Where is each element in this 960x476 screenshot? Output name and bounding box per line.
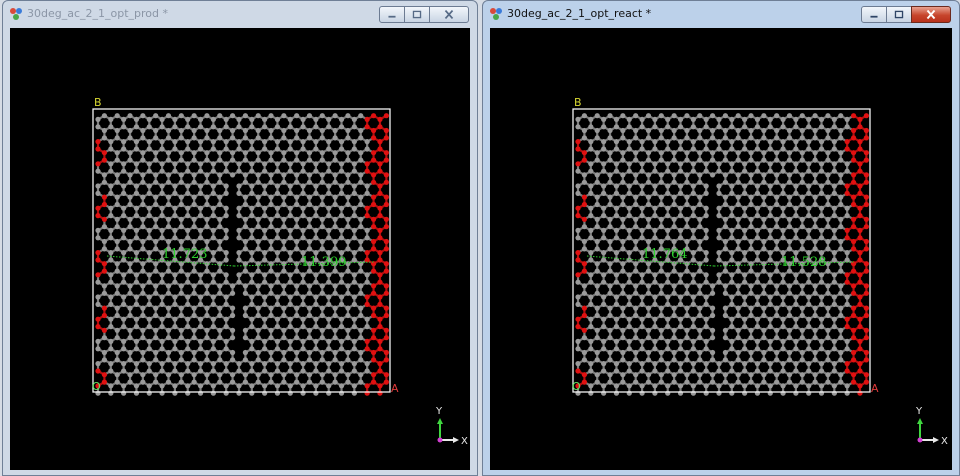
minimize-icon bbox=[388, 15, 396, 18]
cell-label-origin: O bbox=[572, 380, 581, 393]
axis-triad: Y X bbox=[435, 406, 468, 447]
axis-label-x: X bbox=[461, 436, 468, 447]
3d-viewport[interactable]: B O A 11.764 11.528 Y X bbox=[490, 28, 952, 470]
structure-scene[interactable]: B O A 11.723 11.399 Y X bbox=[10, 28, 470, 470]
structure-window-prod[interactable]: 30deg_ac_2_1_opt_prod * B O A 11.723 11.… bbox=[2, 0, 478, 476]
minimize-icon bbox=[870, 15, 878, 18]
cell-label-b: B bbox=[574, 96, 582, 109]
window-title: 30deg_ac_2_1_opt_react * bbox=[507, 7, 652, 20]
axis-label-x: X bbox=[941, 436, 948, 447]
cell-label-b: B bbox=[94, 96, 102, 109]
close-button[interactable] bbox=[429, 6, 469, 23]
close-icon bbox=[444, 9, 454, 20]
close-button[interactable] bbox=[911, 6, 951, 23]
maximize-icon bbox=[894, 10, 904, 19]
maximize-button[interactable] bbox=[886, 6, 912, 23]
maximize-button[interactable] bbox=[404, 6, 430, 23]
cell-label-a: A bbox=[871, 382, 879, 395]
materials-studio-icon bbox=[490, 8, 502, 20]
cell-label-origin: O bbox=[92, 380, 101, 393]
window-titlebar[interactable]: 30deg_ac_2_1_opt_prod * bbox=[3, 1, 477, 27]
minimize-button[interactable] bbox=[861, 6, 887, 23]
structure-window-react[interactable]: 30deg_ac_2_1_opt_react * B O A 11.764 11… bbox=[482, 0, 960, 476]
distance-label-1: 11.723 bbox=[162, 247, 208, 262]
distance-label-2: 11.399 bbox=[301, 255, 347, 270]
maximize-icon bbox=[412, 10, 422, 19]
distance-label-2: 11.528 bbox=[781, 255, 827, 270]
window-title: 30deg_ac_2_1_opt_prod * bbox=[27, 7, 169, 20]
axis-label-y: Y bbox=[915, 406, 923, 417]
axis-label-y: Y bbox=[435, 406, 443, 417]
materials-studio-icon bbox=[10, 8, 22, 20]
window-titlebar[interactable]: 30deg_ac_2_1_opt_react * bbox=[483, 1, 959, 27]
minimize-button[interactable] bbox=[379, 6, 405, 23]
structure-scene[interactable]: B O A 11.764 11.528 Y X bbox=[490, 28, 952, 470]
3d-viewport[interactable]: B O A 11.723 11.399 Y X bbox=[10, 28, 470, 470]
cell-label-a: A bbox=[391, 382, 399, 395]
close-icon bbox=[926, 9, 936, 20]
axis-triad: Y X bbox=[915, 406, 948, 447]
distance-label-1: 11.764 bbox=[642, 247, 688, 262]
